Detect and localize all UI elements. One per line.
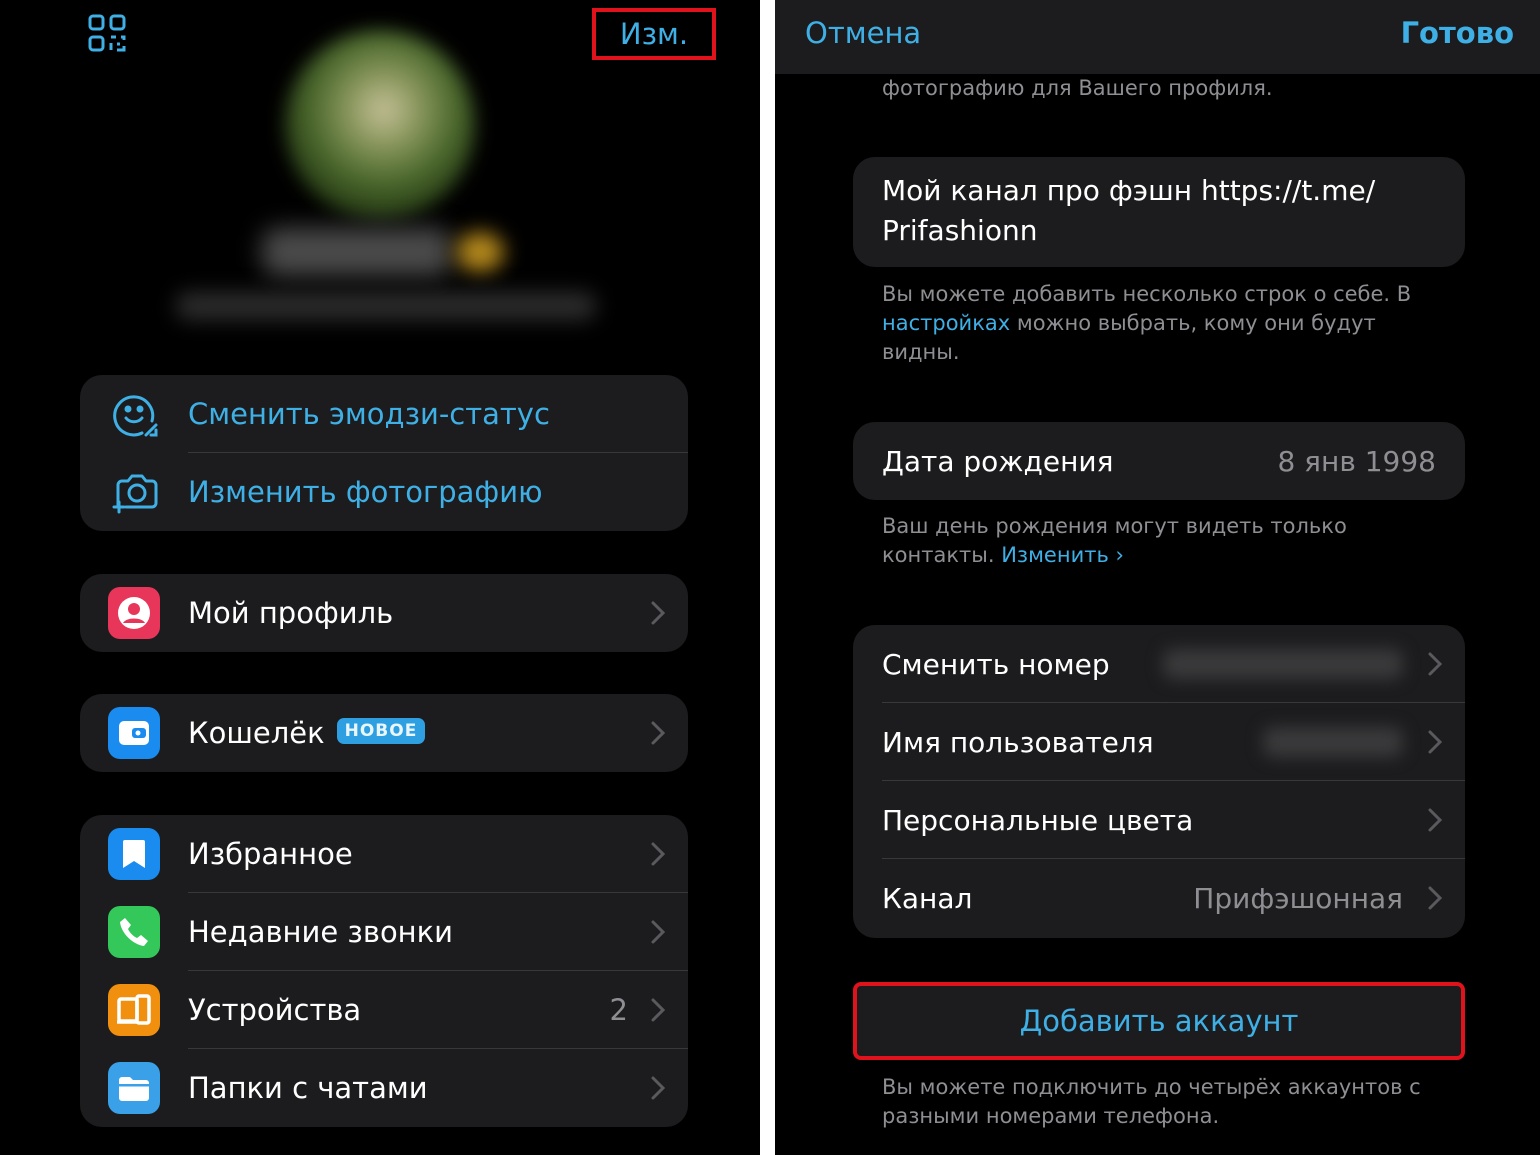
camera-icon — [108, 465, 162, 519]
edit-profile-screen: фотографию для Вашего профиля. Отмена Го… — [775, 0, 1540, 1155]
done-button[interactable]: Готово — [1401, 16, 1514, 50]
change-emoji-status-button[interactable]: Сменить эмодзи-статус — [80, 375, 688, 453]
chevron-right-icon — [1427, 805, 1443, 835]
edit-button-label: Изм. — [619, 17, 689, 51]
bio-hint: Вы можете добавить несколько строк о себ… — [882, 280, 1442, 367]
chat-folders-row[interactable]: Папки с чатами — [80, 1049, 688, 1127]
change-number-label: Сменить номер — [882, 647, 1110, 681]
bio-field[interactable]: Мой канал про фэшн https://t.me/ Prifash… — [853, 157, 1465, 267]
channel-label: Канал — [882, 881, 973, 915]
folder-icon — [108, 1062, 160, 1114]
bio-hint-text: Вы можете добавить несколько строк о себ… — [882, 282, 1412, 306]
chevron-right-icon — [650, 995, 666, 1025]
cancel-button[interactable]: Отмена — [805, 16, 921, 50]
chevron-right-icon — [1427, 727, 1443, 757]
blurred-premium-star-icon — [456, 232, 504, 272]
add-account-label: Добавить аккаунт — [1019, 1004, 1299, 1038]
birthday-value: 8 янв 1998 — [1277, 444, 1436, 478]
personal-colors-label: Персональные цвета — [882, 803, 1194, 837]
phone-icon — [108, 906, 160, 958]
avatar[interactable] — [285, 30, 475, 220]
blurred-profile-name — [262, 228, 452, 276]
menu-group: Избранное Недавние звонки Устройства 2 П… — [80, 815, 688, 1127]
my-profile-row[interactable]: Мой профиль — [80, 574, 688, 652]
devices-label: Устройства — [188, 993, 362, 1027]
wallet-label: Кошелёк — [188, 716, 325, 750]
add-account-hint: Вы можете подключить до четырёх аккаунто… — [882, 1075, 1421, 1128]
recent-calls-label: Недавние звонки — [188, 915, 454, 949]
bookmark-icon — [108, 828, 160, 880]
change-emoji-status-label: Сменить эмодзи-статус — [188, 397, 550, 431]
channel-value: Прифэшонная — [1193, 881, 1403, 915]
photo-hint: фотографию для Вашего профиля. — [882, 76, 1273, 100]
change-photo-label: Изменить фотографию — [188, 475, 543, 509]
birthday-label: Дата рождения — [882, 444, 1114, 478]
birthday-hint: Ваш день рождения могут видеть только ко… — [882, 512, 1402, 570]
change-number-row[interactable]: Сменить номер — [853, 625, 1465, 703]
devices-icon — [108, 984, 160, 1036]
blurred-username — [1263, 727, 1403, 757]
chevron-right-icon — [650, 598, 666, 628]
birthday-row[interactable]: Дата рождения 8 янв 1998 — [853, 422, 1465, 500]
chevron-right-icon — [650, 917, 666, 947]
profile-icon — [108, 587, 160, 639]
bio-text: Мой канал про фэшн https://t.me/ Prifash… — [882, 174, 1376, 247]
birthday-group: Дата рождения 8 янв 1998 — [853, 422, 1465, 500]
qr-code-icon[interactable] — [88, 14, 126, 52]
profile-actions-group: Сменить эмодзи-статус Изменить фотографи… — [80, 375, 688, 531]
favorites-row[interactable]: Избранное — [80, 815, 688, 893]
wallet-icon — [108, 707, 160, 759]
chevron-right-icon — [650, 839, 666, 869]
nav-bar: Отмена Готово — [775, 0, 1540, 74]
edit-button[interactable]: Изм. — [592, 8, 716, 60]
chevron-right-icon — [1427, 649, 1443, 679]
my-profile-label: Мой профиль — [188, 596, 394, 630]
devices-count: 2 — [609, 993, 628, 1027]
chevron-right-icon — [1427, 883, 1443, 913]
favorites-label: Избранное — [188, 837, 353, 871]
wallet-row[interactable]: Кошелёк НОВОЕ — [80, 694, 688, 772]
username-row[interactable]: Имя пользователя — [853, 703, 1465, 781]
account-group: Сменить номер Имя пользователя Персональ… — [853, 625, 1465, 938]
blurred-profile-subtitle — [176, 292, 596, 320]
wallet-group: Кошелёк НОВОЕ — [80, 694, 688, 772]
chat-folders-label: Папки с чатами — [188, 1071, 428, 1105]
devices-row[interactable]: Устройства 2 — [80, 971, 688, 1049]
channel-row[interactable]: Канал Прифэшонная — [853, 859, 1465, 937]
chevron-right-icon — [650, 1073, 666, 1103]
birthday-change-link[interactable]: Изменить › — [1001, 543, 1124, 567]
my-profile-group: Мой профиль — [80, 574, 688, 652]
recent-calls-row[interactable]: Недавние звонки — [80, 893, 688, 971]
chevron-right-icon — [650, 718, 666, 748]
blurred-phone-number — [1163, 649, 1403, 679]
settings-link[interactable]: настройках — [882, 311, 1010, 335]
wallet-label-wrap: Кошелёк НОВОЕ — [188, 716, 426, 750]
personal-colors-row[interactable]: Персональные цвета — [853, 781, 1465, 859]
change-photo-button[interactable]: Изменить фотографию — [80, 453, 688, 531]
new-badge: НОВОЕ — [336, 718, 426, 744]
username-label: Имя пользователя — [882, 725, 1154, 759]
add-account-button[interactable]: Добавить аккаунт — [853, 982, 1465, 1060]
profile-settings-screen: Изм. Сменить эмодзи-статус Изменить фото… — [0, 0, 760, 1155]
emoji-status-icon — [108, 387, 162, 441]
